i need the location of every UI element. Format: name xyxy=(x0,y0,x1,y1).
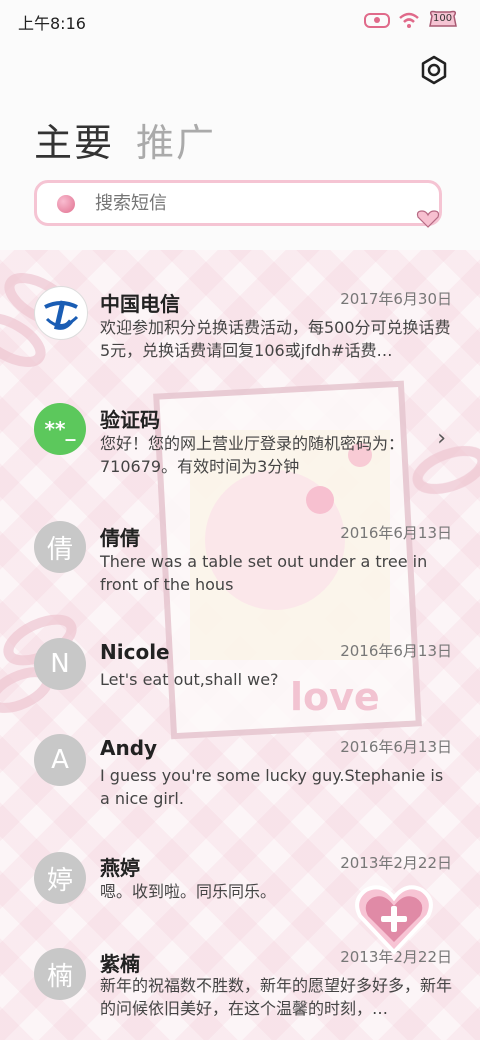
chevron-right-icon[interactable]: › xyxy=(437,426,446,451)
message-snippet: I guess you're some lucky guy.Stephanie … xyxy=(100,766,444,808)
message-row[interactable]: 楠 紫楠 2013年2月22日 新年的祝福数不胜数，新年的愿望好多好多，新年的问… xyxy=(0,944,480,1034)
heart-decoration-icon xyxy=(416,210,440,228)
avatar: 婷 xyxy=(34,852,86,904)
message-row[interactable]: 中国电信 2017年6月30日 欢迎参加积分兑换话费活动，每500分可兑换话费5… xyxy=(0,280,480,380)
battery-icon: 100 xyxy=(428,10,458,30)
wifi-icon xyxy=(399,12,419,28)
status-icons: 100 xyxy=(364,10,458,30)
message-row[interactable]: 倩 倩倩 2016年6月13日 There was a table set ou… xyxy=(0,518,480,608)
avatar: 倩 xyxy=(34,521,86,573)
signal-icon xyxy=(364,13,390,28)
contact-name: 紫楠 xyxy=(100,952,140,976)
status-time: 上午8:16 xyxy=(18,14,86,33)
message-row[interactable]: N Nicole 2016年6月13日 Let's eat out,shall … xyxy=(0,636,480,706)
message-snippet: 您好！您的网上营业厅登录的随机密码为：710679。有效时间为3分钟 xyxy=(100,434,405,476)
search-icon xyxy=(57,195,75,213)
contact-name: Andy xyxy=(100,736,158,760)
message-snippet: 新年的祝福数不胜数，新年的愿望好多好多，新年的问候依旧美好，在这个温馨的时刻，… xyxy=(100,976,452,1018)
tab-bar: 主要 推广 xyxy=(34,112,216,167)
message-date: 2016年6月13日 xyxy=(340,642,452,660)
message-date: 2016年6月13日 xyxy=(340,524,452,542)
status-bar: 上午8:16 100 xyxy=(0,0,480,42)
tab-promotion[interactable]: 推广 xyxy=(136,112,216,167)
contact-name: 验证码 xyxy=(100,408,160,432)
search-input[interactable] xyxy=(93,192,397,215)
contact-name: 倩倩 xyxy=(100,526,140,550)
contact-name: Nicole xyxy=(100,640,170,664)
contact-name: 中国电信 xyxy=(100,292,180,316)
compose-plus-button[interactable] xyxy=(354,880,434,956)
message-snippet: There was a table set out under a tree i… xyxy=(100,552,428,594)
message-row[interactable]: **_ 验证码 您好！您的网上营业厅登录的随机密码为：710679。有效时间为3… xyxy=(0,400,480,490)
message-row[interactable]: A Andy 2016年6月13日 I guess you're some lu… xyxy=(0,732,480,822)
message-date: 2013年2月22日 xyxy=(340,854,452,872)
avatar: A xyxy=(34,734,86,786)
settings-gear-icon[interactable] xyxy=(418,54,450,86)
message-snippet: 嗯。收到啦。同乐同乐。 xyxy=(100,882,277,901)
battery-level: 100 xyxy=(433,13,453,24)
message-snippet: Let's eat out,shall we? xyxy=(100,670,279,689)
contact-name: 燕婷 xyxy=(100,856,140,880)
message-date: 2016年6月13日 xyxy=(340,738,452,756)
message-snippet: 欢迎参加积分兑换话费活动，每500分可兑换话费5元，兑换话费请回复106或jfd… xyxy=(100,318,451,360)
message-date: 2017年6月30日 xyxy=(340,290,452,308)
avatar: **_ xyxy=(34,403,86,455)
telecom-logo-icon xyxy=(34,286,88,340)
avatar: N xyxy=(34,638,86,690)
avatar: 楠 xyxy=(34,948,86,1000)
tab-primary[interactable]: 主要 xyxy=(34,112,114,167)
search-bar[interactable] xyxy=(34,180,442,228)
